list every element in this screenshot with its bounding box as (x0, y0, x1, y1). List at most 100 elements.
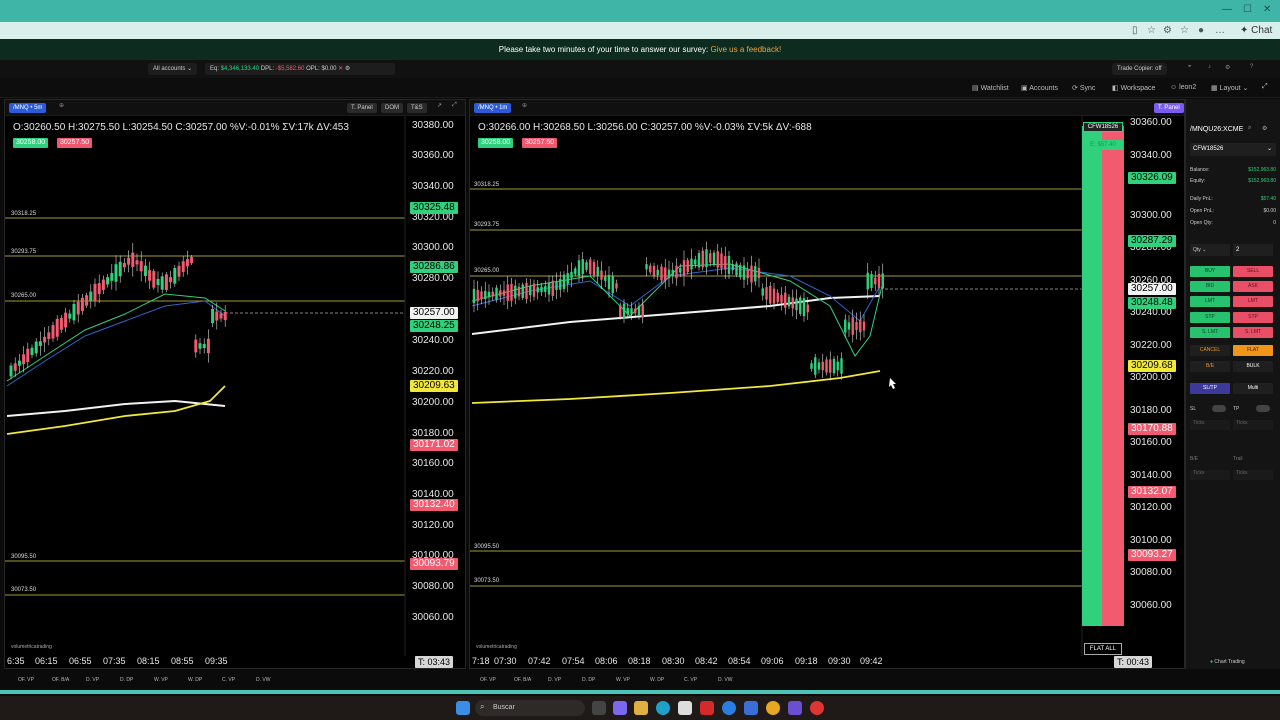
multi-tab[interactable]: Multi (1233, 383, 1273, 394)
candlestick-plot-right[interactable] (470, 116, 1184, 656)
cancel-button[interactable]: CANCEL (1190, 345, 1230, 356)
sell-button[interactable]: SELL (1233, 266, 1273, 277)
symbol-pill[interactable]: /MNQ • 1m (474, 103, 512, 113)
symbol-pill[interactable]: /MNQ • 5m (9, 103, 47, 113)
app-icon[interactable] (788, 701, 802, 715)
sl-ticks-select[interactable]: Ticks (1190, 420, 1230, 430)
app-icon[interactable] (700, 701, 714, 715)
indicator-toggle[interactable]: D. DP (120, 677, 133, 683)
panel-symbol[interactable]: /MNQU26:XCME (1190, 126, 1243, 133)
add-chart-icon[interactable]: ⊕ (522, 102, 527, 109)
maximize-chart-icon[interactable]: ⤢ (452, 102, 457, 109)
expand-icon[interactable]: ⤢ (1262, 83, 1268, 91)
indicator-toggle[interactable]: W. VP (616, 677, 630, 683)
indicator-toggle[interactable]: D. VP (86, 677, 99, 683)
chart-panel-left[interactable]: /MNQ • 5m ⊕ T. Panel DOM T&S ↗ ⤢ O:30260… (4, 99, 466, 669)
pin-icon[interactable]: ⌖ (1188, 64, 1191, 71)
accounts-button[interactable]: ▣ Accounts (1021, 84, 1058, 92)
close-x-icon[interactable]: ✕ (338, 66, 343, 72)
flat-button[interactable]: FLAT (1233, 345, 1273, 356)
mail-icon[interactable] (744, 701, 758, 715)
account-select[interactable]: CFW18526 ⌄ (1190, 143, 1276, 156)
help-icon[interactable]: ? (1250, 64, 1253, 70)
task-view-icon[interactable] (592, 701, 606, 715)
close-icon[interactable]: ✕ (1263, 4, 1271, 15)
favorites-icon[interactable]: ☆ (1180, 25, 1189, 36)
buy-button[interactable]: BUY (1190, 266, 1230, 277)
reader-icon[interactable]: ▯ (1132, 25, 1138, 36)
workspace-button[interactable]: ◧ Workspace (1112, 84, 1155, 92)
layout-button[interactable]: ▦ Layout ⌄ (1211, 84, 1248, 92)
chrome-icon[interactable] (766, 701, 780, 715)
be-ticks-select[interactable]: Ticks (1190, 470, 1230, 480)
flat-all-button[interactable]: FLAT ALL (1084, 643, 1122, 655)
help-app-icon[interactable] (722, 701, 736, 715)
minimize-icon[interactable]: — (1222, 4, 1232, 15)
chart-panel-right[interactable]: /MNQ • 1m ⊕ T. Panel O:30266.00 H:30268.… (469, 99, 1185, 669)
profile-icon[interactable]: ● (1198, 25, 1204, 36)
bulk-button[interactable]: BULK (1233, 361, 1273, 372)
store-icon[interactable] (678, 701, 692, 715)
maximize-icon[interactable]: ☐ (1243, 4, 1252, 15)
sl-toggle[interactable] (1212, 405, 1226, 412)
tab-t-panel[interactable]: T. Panel (347, 103, 377, 113)
indicator-toggle[interactable]: D. DP (582, 677, 595, 683)
account-tag[interactable]: CFW18526 (1083, 122, 1123, 132)
edge-icon[interactable] (656, 701, 670, 715)
extension-icon[interactable]: ⚙ (1163, 25, 1172, 36)
stop-limit-sell-button[interactable]: S. LMT (1233, 327, 1273, 338)
tab-t-panel[interactable]: T. Panel (1154, 103, 1184, 113)
app-icon[interactable] (810, 701, 824, 715)
tab-dom[interactable]: DOM (381, 103, 403, 113)
account-select[interactable]: All accounts ⌄ (148, 63, 198, 75)
indicator-toggle[interactable]: W. DP (188, 677, 202, 683)
chart-trading-toggle[interactable]: ● Chart Trading (1210, 659, 1245, 665)
bid-button[interactable]: BID (1190, 281, 1230, 292)
stop-limit-buy-button[interactable]: S. LMT (1190, 327, 1230, 338)
chat-button[interactable]: ✦ Chat (1240, 25, 1272, 36)
gear-icon[interactable]: ⚙ (1262, 125, 1267, 132)
settings-icon[interactable]: ⚙ (345, 66, 350, 72)
indicator-toggle[interactable]: OF. B/A (52, 677, 69, 683)
user-button[interactable]: ☺ leon2 (1170, 84, 1196, 91)
indicator-toggle[interactable]: D. VW (256, 677, 270, 683)
search-icon[interactable]: ⌕ (1248, 125, 1251, 132)
more-icon[interactable]: … (1215, 25, 1225, 36)
indicator-toggle[interactable]: C. VP (222, 677, 235, 683)
star-icon[interactable]: ☆ (1147, 25, 1156, 36)
feedback-link[interactable]: Give us a feedback! (710, 45, 781, 54)
candlestick-plot-left[interactable] (5, 116, 465, 656)
ask-button[interactable]: ASK (1233, 281, 1273, 292)
indicator-toggle[interactable]: OF. VP (480, 677, 496, 683)
lmt-buy-button[interactable]: LMT (1190, 296, 1230, 307)
qty-select[interactable]: Qty ⌄ (1190, 244, 1230, 256)
bell-icon[interactable]: ♪ (1208, 64, 1211, 70)
watchlist-button[interactable]: ▤ Watchlist (972, 84, 1009, 92)
windows-start-icon[interactable] (456, 701, 470, 715)
gear-icon[interactable]: ⚙ (1225, 64, 1230, 71)
indicator-toggle[interactable]: D. VP (548, 677, 561, 683)
sltp-tab[interactable]: SL/TP (1190, 383, 1230, 394)
taskbar-search[interactable]: Buscar (475, 700, 585, 716)
sync-button[interactable]: ⟳ Sync (1072, 84, 1095, 92)
breakeven-button[interactable]: B/E (1190, 361, 1230, 372)
qty-input[interactable]: 2 (1233, 244, 1273, 256)
indicator-toggle[interactable]: D. VW (718, 677, 732, 683)
tab-ts[interactable]: T&S (407, 103, 427, 113)
lmt-sell-button[interactable]: LMT (1233, 296, 1273, 307)
indicator-toggle[interactable]: W. DP (650, 677, 664, 683)
app-icon[interactable] (613, 701, 627, 715)
folder-icon[interactable] (634, 701, 648, 715)
stp-buy-button[interactable]: STP (1190, 312, 1230, 323)
indicator-toggle[interactable]: W. VP (154, 677, 168, 683)
indicator-toggle[interactable]: C. VP (684, 677, 697, 683)
indicator-toggle[interactable]: OF. VP (18, 677, 34, 683)
trail-ticks-select[interactable]: Ticks (1233, 470, 1273, 480)
trade-copier-status[interactable]: Trade Copier: off (1112, 63, 1167, 75)
tp-toggle[interactable] (1256, 405, 1270, 412)
stp-sell-button[interactable]: STP (1233, 312, 1273, 323)
popout-icon[interactable]: ↗ (437, 102, 442, 109)
tp-ticks-select[interactable]: Ticks (1233, 420, 1273, 430)
indicator-toggle[interactable]: OF. B/A (514, 677, 531, 683)
add-chart-icon[interactable]: ⊕ (59, 102, 64, 109)
